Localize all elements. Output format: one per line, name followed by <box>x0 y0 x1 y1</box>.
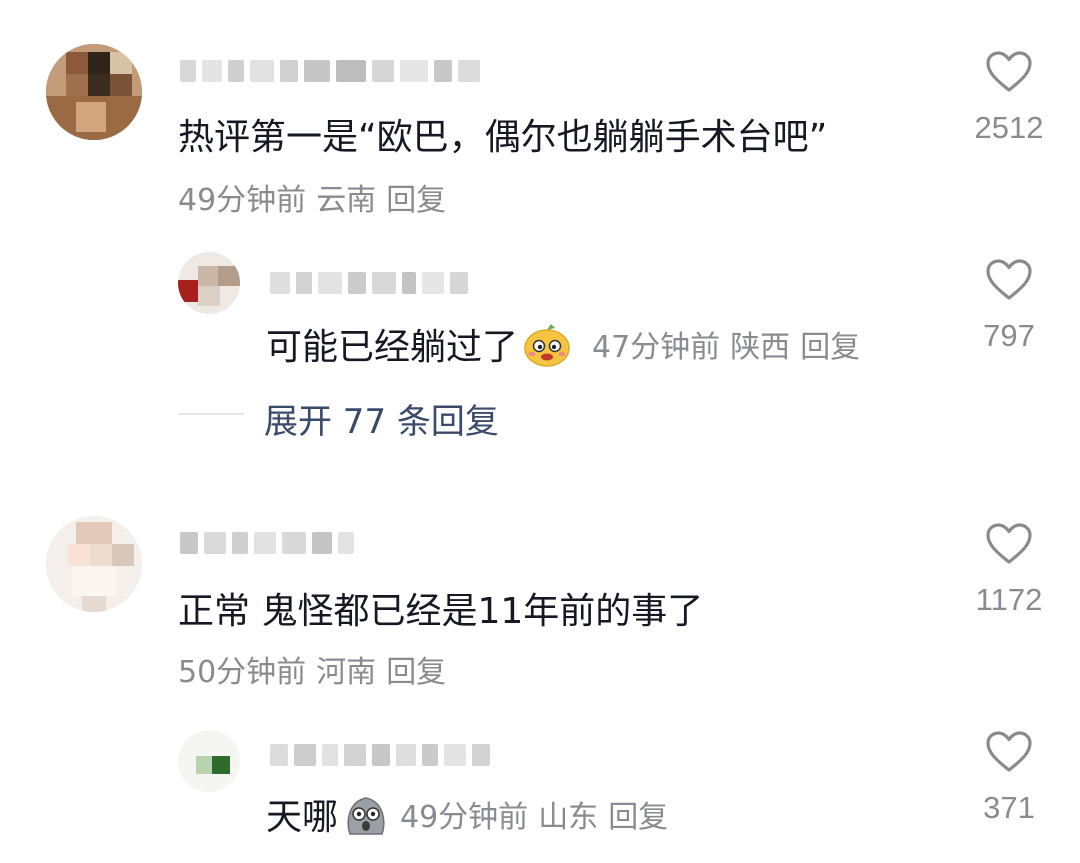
username-blurred[interactable] <box>180 56 480 86</box>
reply-text: 可能已经躺过了 <box>266 327 519 368</box>
comment-time: 50分钟前 <box>178 655 307 690</box>
username-blurred[interactable] <box>270 268 468 298</box>
expand-divider <box>178 413 244 415</box>
reply-button[interactable]: 回复 <box>608 800 668 835</box>
heart-outline-icon <box>986 259 1032 300</box>
reply-text: 天哪 <box>266 797 339 838</box>
smirk-emoji <box>522 322 572 377</box>
reply-text-line: 天哪 <box>266 788 394 847</box>
comment-text: 正常 鬼怪都已经是11年前的事了 <box>178 591 704 632</box>
expand-replies-button[interactable]: 展开 77 条回复 <box>264 394 499 443</box>
heart-outline-icon <box>986 523 1032 564</box>
like-button[interactable]: 1172 <box>954 522 1064 618</box>
comment-text: 热评第一是“欧巴，偶尔也躺躺手术台吧” <box>178 117 828 158</box>
reply-location: 山东 <box>538 800 599 835</box>
like-button[interactable]: 797 <box>954 258 1064 354</box>
heart-outline-icon <box>986 731 1032 772</box>
like-button[interactable]: 2512 <box>954 50 1064 146</box>
like-button[interactable]: 371 <box>954 730 1064 826</box>
reply-text-line: 可能已经躺过了 <box>266 318 576 377</box>
avatar[interactable] <box>178 252 240 314</box>
like-count: 1172 <box>975 582 1043 617</box>
reply-button[interactable]: 回复 <box>386 655 446 690</box>
reply-button[interactable]: 回复 <box>800 330 860 365</box>
like-count: 2512 <box>974 110 1044 145</box>
reply-location: 陕西 <box>730 330 791 365</box>
username-blurred[interactable] <box>180 528 354 558</box>
heart-outline-icon <box>986 51 1032 92</box>
comment-time: 49分钟前 <box>178 183 307 218</box>
reply-time: 47分钟前 <box>592 330 721 365</box>
avatar[interactable] <box>178 730 240 792</box>
username-blurred[interactable] <box>270 740 490 770</box>
reply-time: 49分钟前 <box>400 800 529 835</box>
avatar[interactable] <box>46 44 142 140</box>
comment-meta: 49分钟前 云南 回复 <box>178 175 456 219</box>
shocked-emoji <box>342 792 390 847</box>
reply-button[interactable]: 回复 <box>386 183 446 218</box>
avatar[interactable] <box>46 516 142 612</box>
like-count: 371 <box>983 790 1035 825</box>
like-count: 797 <box>983 318 1035 353</box>
comment-location: 河南 <box>316 655 377 690</box>
reply-meta: 49分钟前 山东 回复 <box>400 792 678 836</box>
comment-meta: 50分钟前 河南 回复 <box>178 647 456 691</box>
reply-meta: 47分钟前 陕西 回复 <box>592 322 870 366</box>
comment-location: 云南 <box>316 183 377 218</box>
